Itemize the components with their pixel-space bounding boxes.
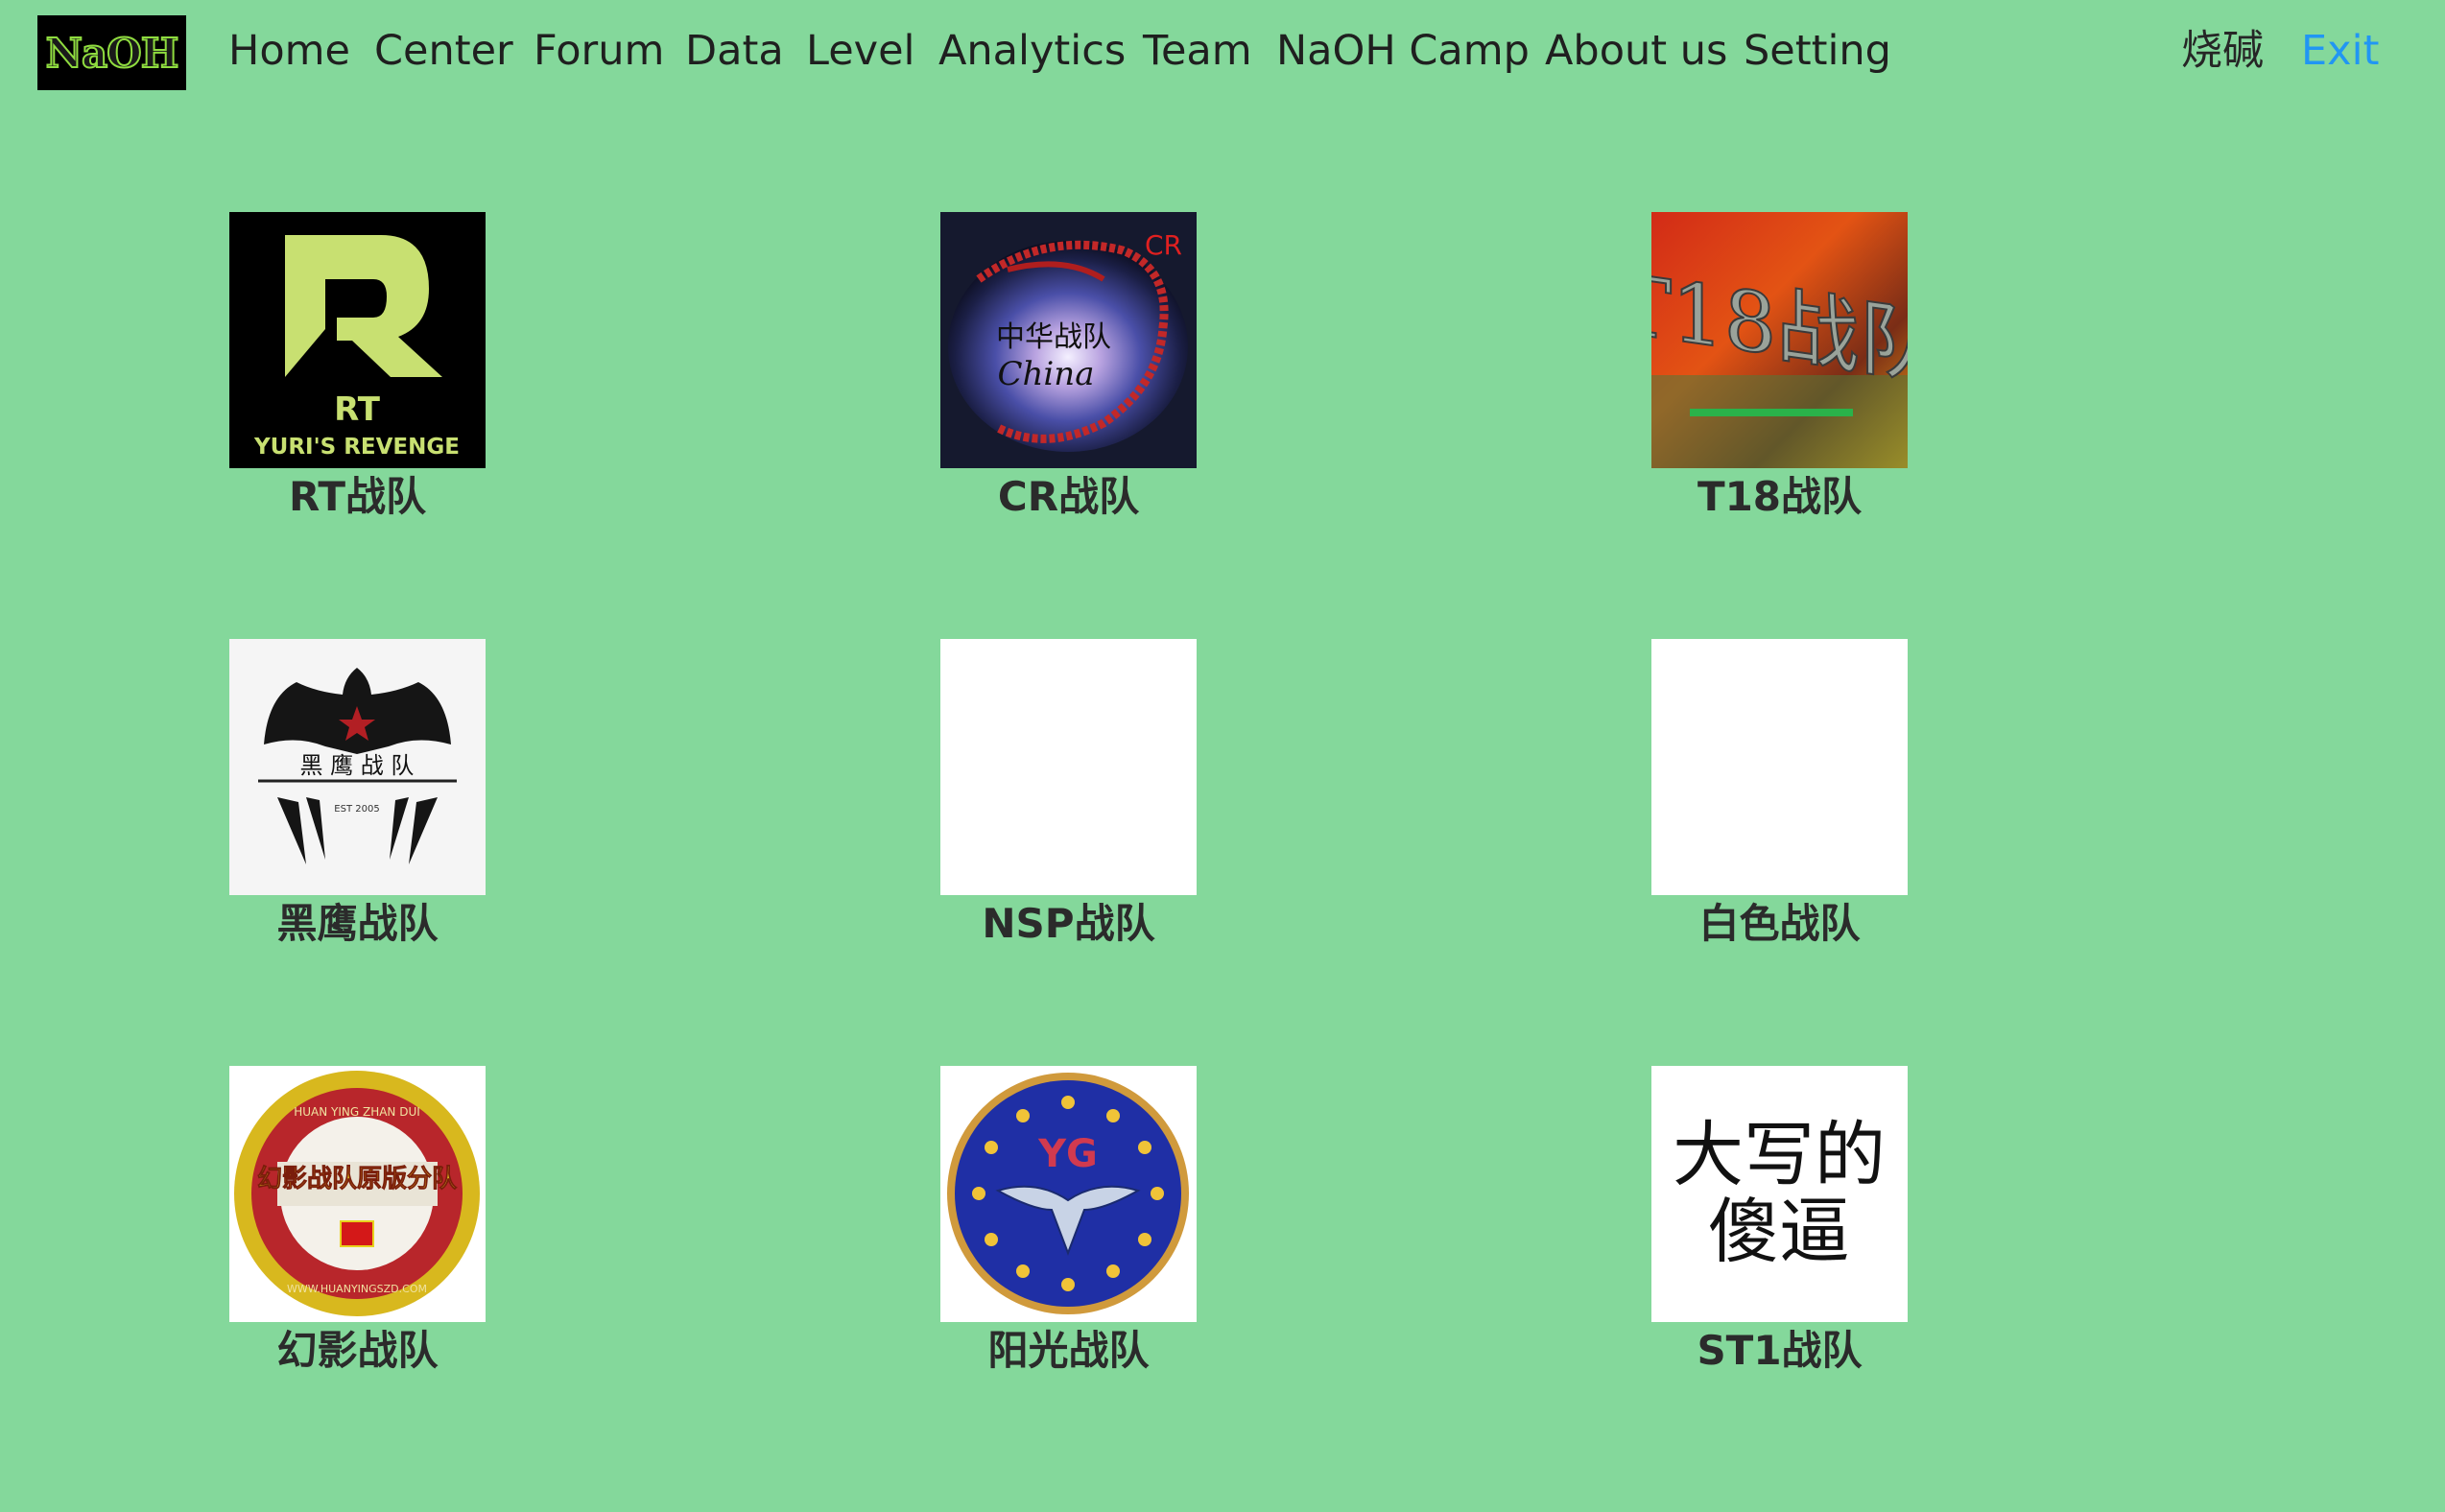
svg-text:中华战队: 中华战队 [996, 320, 1111, 354]
team-name: NSP战队 [982, 900, 1155, 947]
nav-center[interactable]: Center [374, 23, 513, 79]
yg-logo: YG [940, 1066, 1197, 1322]
svg-text:傻逼: 傻逼 [1708, 1191, 1850, 1273]
team-name: T18战队 [1697, 473, 1863, 520]
cr-logo: CR 中华战队 China [940, 212, 1197, 468]
username: 烧碱 [2181, 27, 2264, 75]
nav-setting[interactable]: Setting [1744, 23, 1891, 79]
top-navbar: NaOH Home Center Forum Data Level Analyt… [0, 0, 2445, 104]
svg-text:黑 鹰 战 队: 黑 鹰 战 队 [300, 752, 415, 779]
team-card-rt[interactable]: RT YURI'S REVENGE RT战队 [229, 212, 486, 524]
team-card-st1[interactable]: 大写的 傻逼 ST1战队 [1651, 1066, 1908, 1378]
naoh-logo[interactable]: NaOH [37, 15, 186, 90]
logo-text: NaOH [45, 29, 180, 78]
team-name: 白色战队 [1698, 900, 1861, 947]
team-name: 阳光战队 [987, 1327, 1150, 1374]
svg-text:EST 2005: EST 2005 [334, 804, 379, 815]
phantom-logo: 幻影战队原版分队 HUAN YING ZHAN DUI WWW.HUANYING… [229, 1066, 486, 1322]
exit-link[interactable]: Exit [2301, 23, 2379, 79]
team-name: 幻影战队 [276, 1327, 439, 1374]
team-card-phantom[interactable]: 幻影战队原版分队 HUAN YING ZHAN DUI WWW.HUANYING… [229, 1066, 486, 1378]
team-card-white[interactable]: 白色战队 [1651, 639, 1908, 951]
svg-text:大写的: 大写的 [1673, 1114, 1886, 1196]
team-card-nsp[interactable]: NSP战队 [940, 639, 1197, 951]
team-name: RT战队 [288, 473, 427, 520]
nav-team[interactable]: Team [1143, 23, 1252, 79]
blank-logo [1651, 639, 1908, 895]
svg-text:YG: YG [1037, 1132, 1098, 1176]
nav-home[interactable]: Home [228, 23, 350, 79]
svg-text:China: China [998, 355, 1095, 393]
rt-logo: RT YURI'S REVENGE [229, 212, 486, 468]
nav-level[interactable]: Level [806, 23, 915, 79]
team-name: 黑鹰战队 [276, 900, 439, 947]
nav-data[interactable]: Data [685, 23, 784, 79]
nav-about-us[interactable]: About us [1545, 23, 1727, 79]
team-name: CR战队 [997, 473, 1140, 520]
svg-text:幻影战队原版分队: 幻影战队原版分队 [257, 1165, 458, 1193]
nav-forum[interactable]: Forum [534, 23, 664, 79]
team-card-sunshine[interactable]: YG 阳光战队 [940, 1066, 1197, 1378]
nav-naoh-camp[interactable]: NaOH Camp [1276, 23, 1530, 79]
team-card-cr[interactable]: CR 中华战队 China CR战队 [940, 212, 1197, 524]
svg-text:YURI'S REVENGE: YURI'S REVENGE [253, 435, 460, 460]
team-name: ST1战队 [1697, 1327, 1863, 1374]
svg-text:RT: RT [334, 390, 381, 429]
nav-analytics[interactable]: Analytics [938, 23, 1126, 79]
blank-logo [940, 639, 1197, 895]
svg-text:CR: CR [1145, 229, 1182, 261]
team-card-black-eagle[interactable]: 黑 鹰 战 队 EST 2005 黑鹰战队 [229, 639, 486, 951]
svg-text:WWW.HUANYINGSZD.COM: WWW.HUANYINGSZD.COM [287, 1283, 427, 1295]
team-card-t18[interactable]: T18战队 T18战队 [1651, 212, 1908, 524]
svg-text:HUAN YING ZHAN DUI: HUAN YING ZHAN DUI [294, 1105, 420, 1119]
t18-logo: T18战队 [1651, 212, 1908, 468]
text-logo: 大写的 傻逼 [1651, 1066, 1908, 1322]
black-eagle-logo: 黑 鹰 战 队 EST 2005 [229, 639, 486, 895]
